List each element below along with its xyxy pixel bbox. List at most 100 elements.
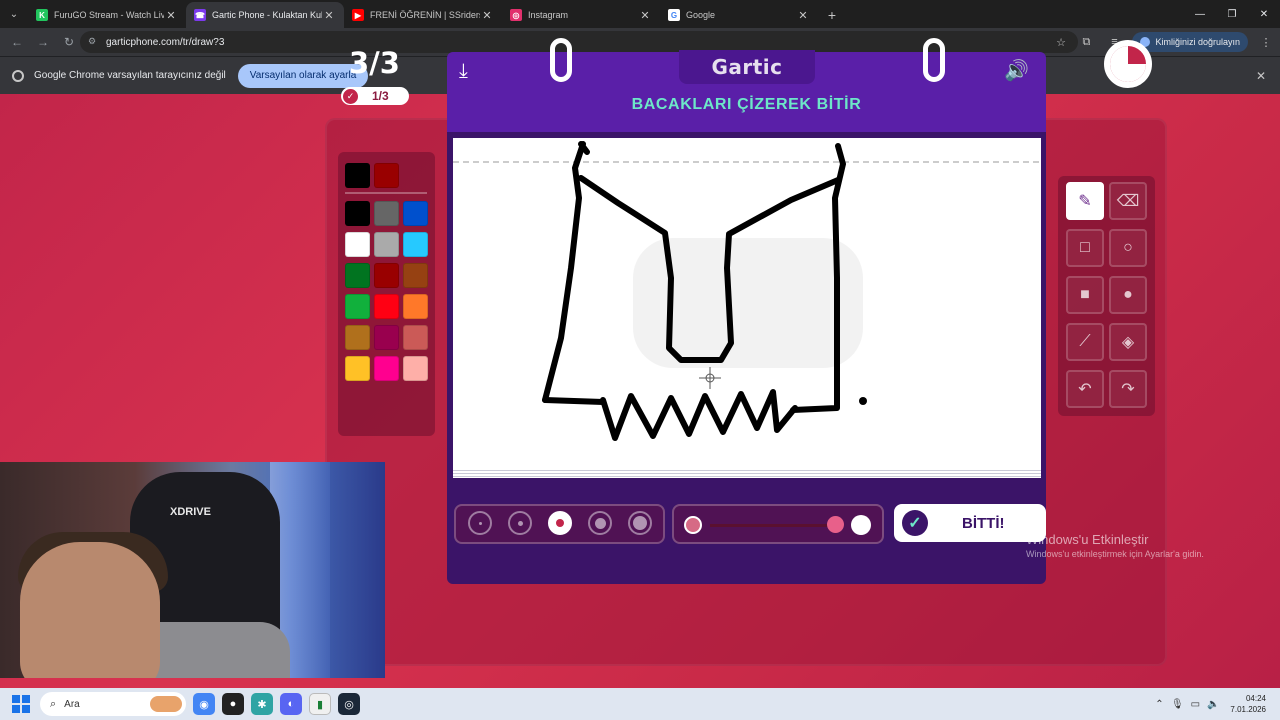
obs-app-icon[interactable]: ● [222, 693, 244, 715]
current-color-swatch[interactable] [374, 163, 399, 188]
notebook-ring-left [550, 38, 572, 82]
tab-title: Instagram [528, 10, 569, 20]
start-icon[interactable] [12, 695, 30, 713]
opacity-track[interactable] [710, 524, 836, 527]
browser-tab[interactable]: ◎ Instagram ✕ [502, 2, 660, 28]
tab-close-icon[interactable]: ✕ [480, 9, 494, 22]
infobar-close-icon[interactable]: ✕ [1256, 69, 1266, 83]
palette-swatch[interactable] [403, 356, 428, 381]
streamer-face [20, 542, 160, 678]
taskbar-search[interactable]: ⌕ Ara [40, 692, 186, 716]
reload-icon[interactable]: ↻ [56, 29, 82, 55]
fill-bucket-icon[interactable]: ◈ [1109, 323, 1147, 361]
tab-title: Gartic Phone - Kulaktan Kulağa [212, 10, 322, 20]
palette-swatch[interactable] [345, 294, 370, 319]
system-tray: ⌃ 🎙 ▭ 🔈 04:24 7.01.2026 [1150, 688, 1280, 720]
timer-icon [1104, 40, 1152, 88]
opacity-handle[interactable] [827, 516, 844, 533]
tab-close-icon[interactable]: ✕ [322, 9, 336, 22]
palette-swatch[interactable] [374, 232, 399, 257]
tab-close-icon[interactable]: ✕ [796, 9, 810, 22]
current-color-swatch[interactable] [345, 163, 370, 188]
done-button[interactable]: ✓ BİTTİ! [894, 504, 1046, 542]
brush-size-option[interactable] [548, 511, 572, 535]
drawing-prompt: BACAKLARI ÇİZEREK BİTİR [631, 96, 862, 113]
browser-tab[interactable]: ☎ Gartic Phone - Kulaktan Kulağa✕ [186, 2, 344, 28]
speaker-icon[interactable]: 🔊 [1004, 58, 1029, 83]
clock-date: 7.01.2026 [1230, 705, 1266, 714]
tab-close-icon[interactable]: ✕ [638, 9, 652, 22]
drawing-canvas[interactable] [453, 138, 1041, 468]
browser-tab[interactable]: K FuruGO Stream - Watch Live on✕ [28, 2, 186, 28]
chrome-app-icon[interactable]: ◉ [193, 693, 215, 715]
tab-favicon-icon: ☎ [194, 9, 206, 21]
tray-chevron-icon[interactable]: ⌃ [1150, 699, 1168, 710]
palette-swatch[interactable] [345, 263, 370, 288]
microphone-icon[interactable]: 🎙 [1168, 699, 1186, 710]
undo-icon[interactable]: ↶ [1066, 370, 1104, 408]
ellipse-filled-icon[interactable]: ● [1109, 276, 1147, 314]
palette-swatch[interactable] [345, 325, 370, 350]
profile-button[interactable]: Kimliğinizi doğrulayın [1132, 32, 1248, 52]
done-check-icon: ✓ [902, 510, 928, 536]
palette-swatch[interactable] [345, 201, 370, 226]
palette-swatch[interactable] [403, 232, 428, 257]
rectangle-filled-icon[interactable]: ■ [1066, 276, 1104, 314]
network-app-icon[interactable]: ✱ [251, 693, 273, 715]
brush-size-option[interactable] [588, 511, 612, 535]
tab-favicon-icon: G [668, 9, 680, 21]
search-placeholder: Ara [64, 698, 80, 710]
palette-swatch[interactable] [374, 356, 399, 381]
download-icon[interactable]: ⤓ [459, 60, 468, 83]
menu-icon[interactable]: ⋮ [1252, 36, 1280, 49]
opacity-low-icon [684, 516, 702, 534]
browser-tab[interactable]: G Google ✕ [660, 2, 818, 28]
discord-app-icon[interactable]: ◐ [280, 693, 302, 715]
minimize-icon[interactable]: — [1184, 0, 1216, 28]
rectangle-outline-icon[interactable]: □ [1066, 229, 1104, 267]
redo-icon[interactable]: ↷ [1109, 370, 1147, 408]
palette-swatch[interactable] [374, 294, 399, 319]
brush-size-option[interactable] [468, 511, 492, 535]
palette-swatch[interactable] [374, 201, 399, 226]
palette-swatch[interactable] [403, 294, 428, 319]
clock-time: 04:24 [1245, 694, 1266, 703]
tab-title: FuruGO Stream - Watch Live on [54, 10, 164, 20]
url-text: garticphone.com/tr/draw?3 [106, 36, 225, 48]
ellipse-outline-icon[interactable]: ○ [1109, 229, 1147, 267]
display-icon[interactable]: ▭ [1186, 699, 1204, 710]
palette-swatch[interactable] [403, 325, 428, 350]
close-window-icon[interactable]: ✕ [1248, 0, 1280, 28]
forward-icon[interactable]: → [30, 29, 56, 55]
bookmark-star-icon[interactable]: ☆ [1056, 36, 1066, 49]
back-icon[interactable]: ← [4, 29, 30, 55]
pencil-icon[interactable]: ✎ [1066, 182, 1104, 220]
window-controls: — ❐ ✕ [1184, 0, 1280, 28]
tab-strip: ⌄ KFuruGO Stream - Watch Live on✕ ☎ Gartic… [0, 0, 1280, 28]
volume-icon[interactable]: 🔈 [1204, 699, 1222, 710]
palette-swatch[interactable] [374, 263, 399, 288]
palette-divider [345, 192, 427, 194]
brush-size-option[interactable] [628, 511, 652, 535]
new-tab-button[interactable]: + [818, 2, 846, 28]
palette-swatch[interactable] [345, 356, 370, 381]
maximize-icon[interactable]: ❐ [1216, 0, 1248, 28]
tab-close-icon[interactable]: ✕ [164, 9, 178, 22]
palette-swatch[interactable] [403, 201, 428, 226]
progress-text: 1/3 [372, 89, 389, 103]
clock[interactable]: 04:24 7.01.2026 [1230, 693, 1266, 715]
site-info-icon[interactable]: ⚙ [88, 36, 100, 48]
check-icon: ✓ [343, 88, 358, 104]
brush-size-option[interactable] [508, 511, 532, 535]
palette-swatch[interactable] [403, 263, 428, 288]
notebook-ring-right [923, 38, 945, 82]
line-icon[interactable]: ⟋ [1066, 323, 1104, 361]
file-app-icon[interactable]: ▮ [309, 693, 331, 715]
extensions-icon[interactable]: ⧉ [1072, 36, 1100, 49]
steam-app-icon[interactable]: ◎ [338, 693, 360, 715]
tab-search-icon[interactable]: ⌄ [0, 0, 28, 28]
palette-swatch[interactable] [374, 325, 399, 350]
browser-tab[interactable]: ▶ FRENİ ÖĞRENİN | SSriders | Mo✕ [344, 2, 502, 28]
palette-swatch[interactable] [345, 232, 370, 257]
eraser-icon[interactable]: ⌫ [1109, 182, 1147, 220]
